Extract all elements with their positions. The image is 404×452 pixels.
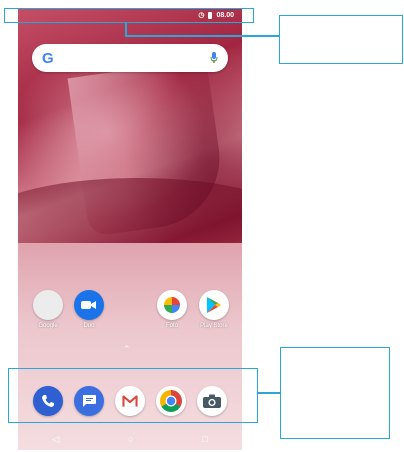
app-photos[interactable]: Foto: [152, 290, 192, 329]
app-duo[interactable]: Duo: [69, 290, 109, 329]
google-folder-icon: [33, 290, 63, 320]
play-store-icon: [199, 290, 229, 320]
app-play-store[interactable]: Play Store: [194, 290, 234, 329]
google-logo: G: [42, 49, 54, 67]
status-bar-callout-box: [279, 15, 403, 64]
home-nav-icon[interactable]: ○: [128, 434, 133, 444]
recents-nav-icon[interactable]: □: [202, 434, 207, 444]
mic-icon[interactable]: [210, 52, 218, 64]
dock-highlight-box: [8, 368, 258, 423]
dock-callout-box: [280, 347, 390, 439]
app-label: Google: [38, 323, 58, 329]
app-label: Foto: [165, 323, 178, 329]
callout-line-horizontal: [125, 35, 279, 37]
page: ◷ 08.00 G Google Duo Foto Play Store ⌃ ◁…: [0, 0, 404, 452]
dock-callout-line: [258, 392, 280, 394]
photos-icon: [157, 290, 187, 320]
status-bar-highlight-box: [4, 8, 254, 23]
back-nav-icon[interactable]: ◁: [52, 434, 59, 445]
app-google-folder[interactable]: Google: [28, 290, 68, 329]
navigation-bar: ◁ ○ □: [18, 428, 242, 450]
google-search-bar[interactable]: G: [32, 44, 228, 72]
duo-icon: [74, 290, 104, 320]
app-drawer-arrow-icon[interactable]: ⌃: [123, 344, 131, 355]
app-label: Duo: [83, 323, 95, 329]
app-label: Play Store: [200, 323, 228, 329]
